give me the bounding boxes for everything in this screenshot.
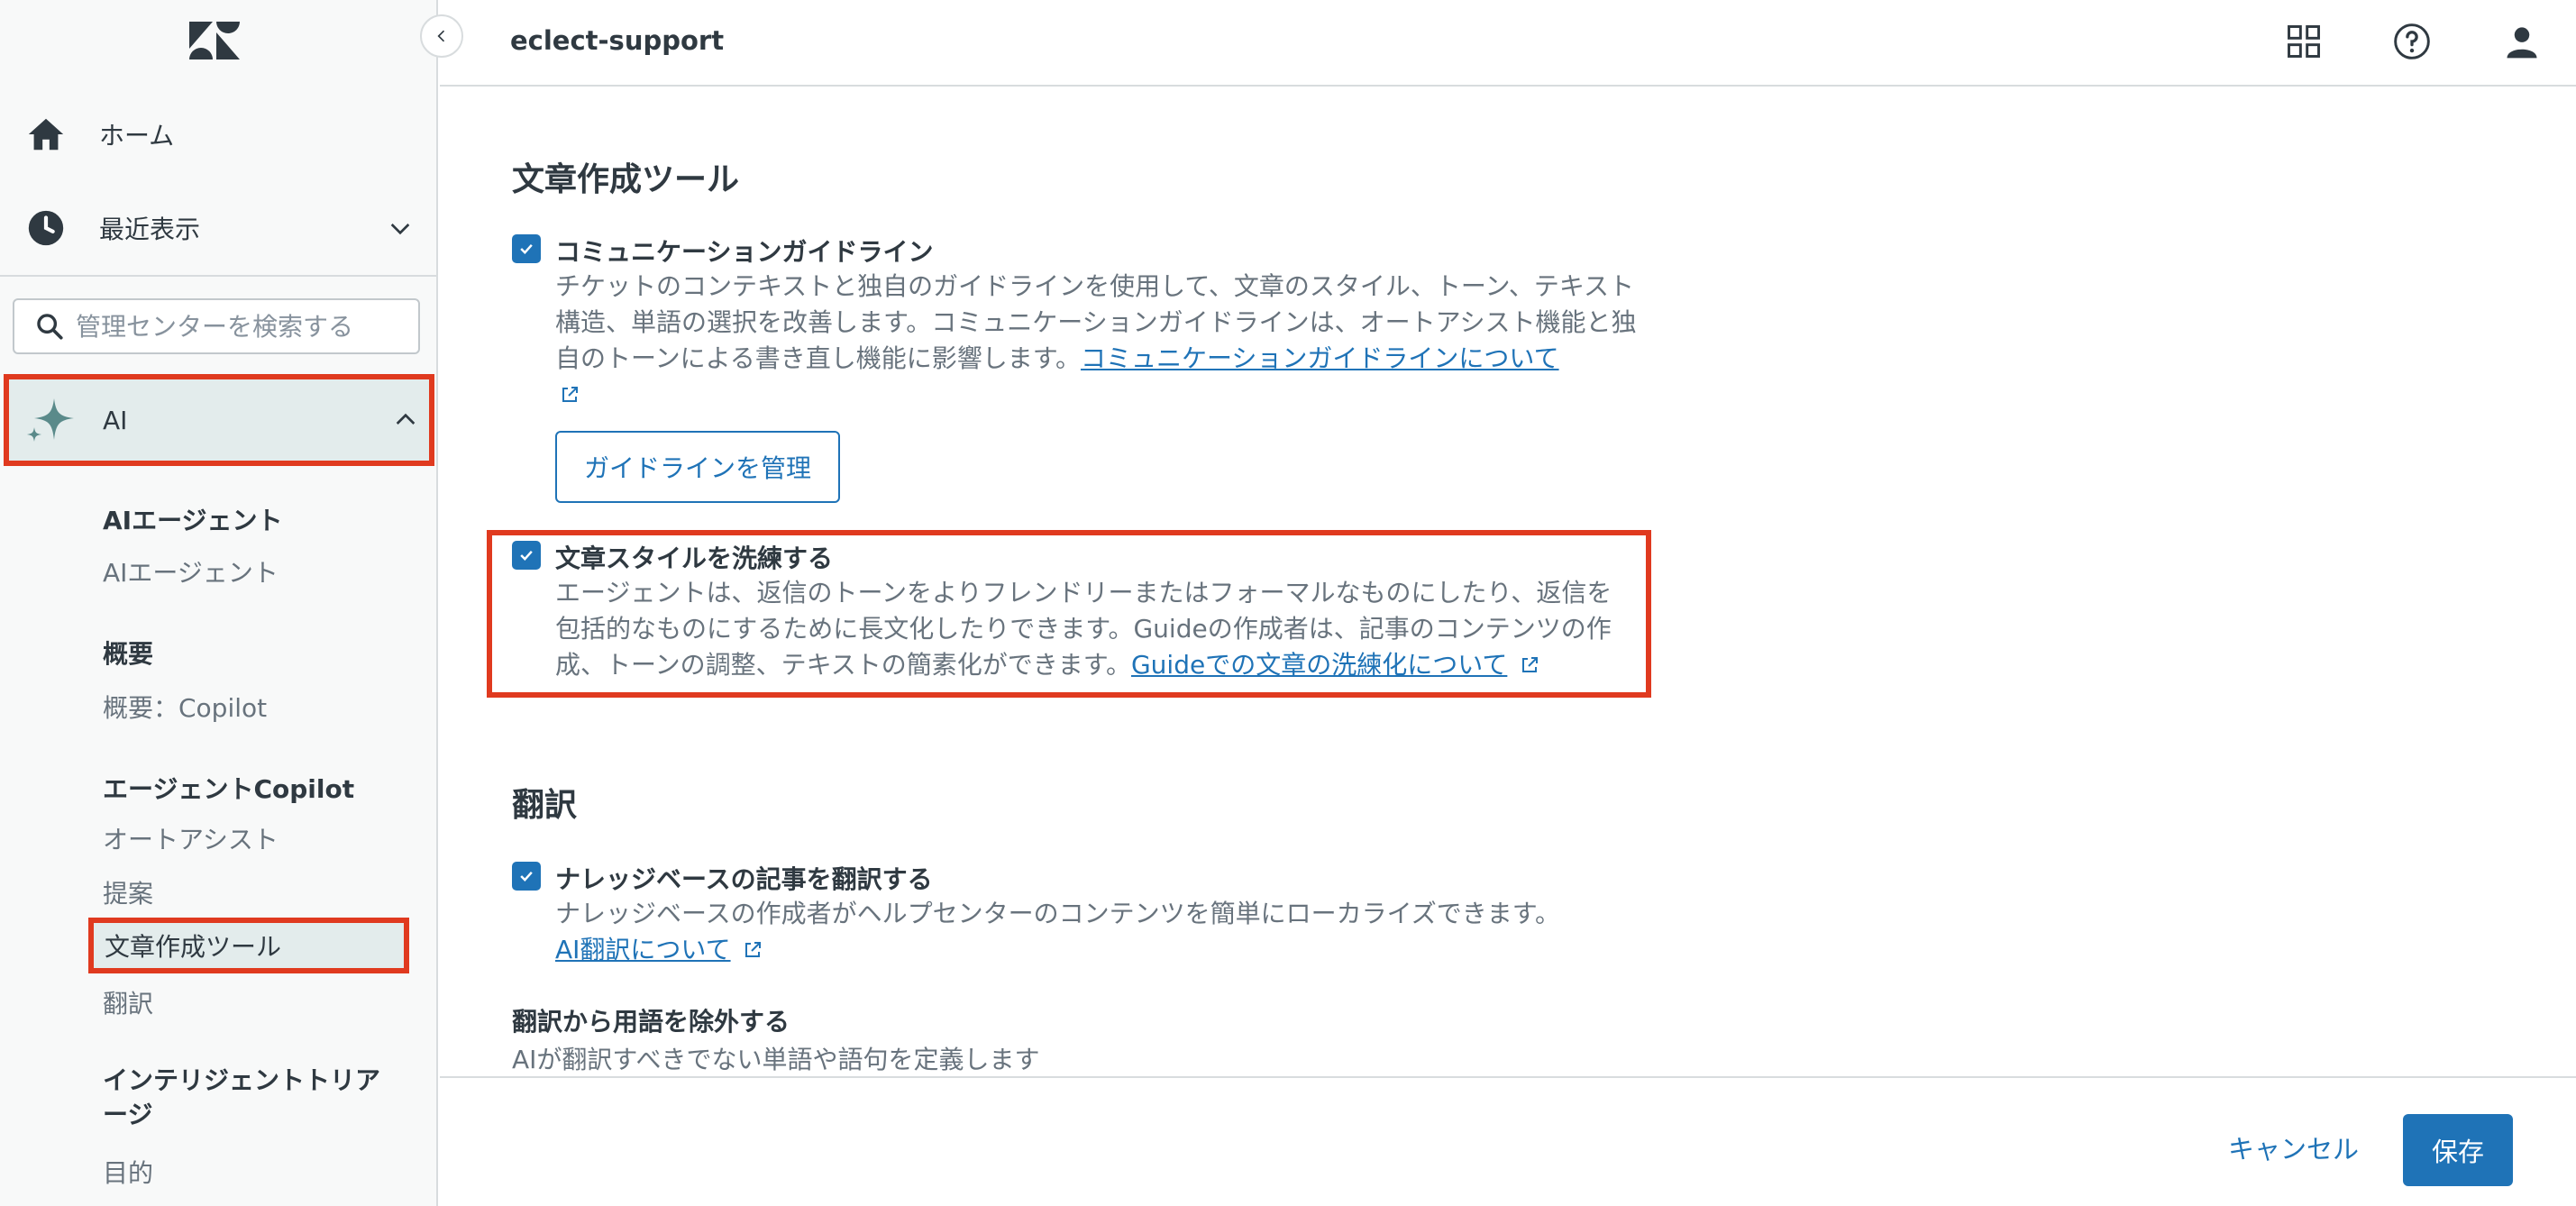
home-icon <box>28 118 64 151</box>
external-link-icon <box>745 942 762 957</box>
account-name: eclect-support <box>510 25 725 56</box>
nav-recent[interactable]: 最近表示 <box>0 187 438 269</box>
save-button[interactable]: 保存 <box>2403 1114 2513 1186</box>
external-link-icon <box>1522 657 1539 672</box>
sparkle-icon <box>27 398 74 442</box>
refine-style-help-link[interactable]: Guideでの文章の洗練化について <box>1131 650 1507 680</box>
guidelines-title: コミュニケーションガイドライン <box>555 237 934 267</box>
sidebar-item-autoassist[interactable]: オートアシスト <box>103 820 279 856</box>
cancel-button[interactable]: キャンセル <box>2228 1128 2359 1166</box>
sidebar-item-intent[interactable]: 目的 <box>103 1154 153 1190</box>
sidebar-item-writing-tools[interactable]: 文章作成ツール <box>88 918 409 973</box>
settings-content: 文章作成ツール コミュニケーションガイドライン チケットのコンテキストと独自のガ… <box>440 88 2576 1076</box>
translate-kb-checkbox[interactable] <box>512 862 541 891</box>
admin-search[interactable] <box>13 298 420 354</box>
guidelines-help-link[interactable]: コミュニケーションガイドラインについて <box>1081 343 1559 373</box>
guidelines-description: チケットのコンテキストと独自のガイドラインを使用して、文章のスタイル、トーン、テ… <box>555 269 1637 413</box>
top-header: eclect-support <box>440 0 2576 87</box>
guidelines-checkbox[interactable] <box>512 234 541 263</box>
option-communication-guidelines: コミュニケーションガイドライン チケットのコンテキストと独自のガイドラインを使用… <box>512 233 1637 402</box>
clock-icon <box>28 210 64 246</box>
sidebar-item-translation[interactable]: 翻訳 <box>103 984 153 1020</box>
help-icon[interactable] <box>2392 22 2432 61</box>
search-icon <box>37 314 63 340</box>
refine-style-description: エージェントは、返信のトーンをよりフレンドリーまたはフォーマルなものにしたり、返… <box>555 578 1612 680</box>
sidebar: ホーム 最近表示 AI AIエージェント AIエージェント 概要 概要：Copi… <box>0 0 438 1206</box>
option-translate-kb: ナレッジベースの記事を翻訳する ナレッジベースの作成者がヘルプセンターのコンテン… <box>512 860 1621 964</box>
checkmark-icon <box>520 243 533 254</box>
group-heading-agent-copilot: エージェントCopilot <box>103 774 355 804</box>
section-title-translation: 翻訳 <box>512 787 578 824</box>
user-profile-icon[interactable] <box>2502 22 2542 61</box>
admin-search-input[interactable] <box>76 311 409 342</box>
manage-guidelines-button[interactable]: ガイドラインを管理 <box>555 431 840 503</box>
checkmark-icon <box>520 871 533 882</box>
external-link-icon <box>562 387 578 402</box>
action-footer: キャンセル 保存 <box>440 1076 2576 1206</box>
nav-home-label: ホーム <box>99 121 175 151</box>
nav-recent-label: 最近表示 <box>99 215 201 244</box>
refine-style-checkbox[interactable] <box>512 541 541 570</box>
zendesk-logo[interactable] <box>189 22 240 59</box>
section-title-writing-tools: 文章作成ツール <box>512 161 740 198</box>
apps-grid-icon[interactable] <box>2284 22 2324 61</box>
exclude-terms-description: AIが翻訳すべきでない単語や語句を定義します <box>512 1045 1040 1074</box>
chevron-down-icon <box>390 224 410 235</box>
chevron-left-icon <box>437 30 445 42</box>
group-heading-intelligent-triage: インテリジェントトリアージ <box>103 1065 381 1129</box>
checkmark-icon <box>520 550 533 561</box>
sidebar-item-ai-agent[interactable]: AIエージェント <box>103 553 279 589</box>
collapse-sidebar-button[interactable] <box>420 14 463 58</box>
translate-kb-title: ナレッジベースの記事を翻訳する <box>555 864 933 894</box>
sidebar-item-overview-copilot[interactable]: 概要：Copilot <box>103 689 267 725</box>
translate-kb-description: ナレッジベースの作成者がヘルプセンターのコンテンツを簡単にローカライズできます。… <box>555 899 1560 964</box>
sidebar-item-suggestions[interactable]: 提案 <box>103 874 153 910</box>
group-heading-ai-agent: AIエージェント <box>103 506 283 535</box>
nav-home[interactable]: ホーム <box>0 94 438 175</box>
chevron-up-icon <box>396 413 416 425</box>
refine-style-title: 文章スタイルを洗練する <box>555 544 834 573</box>
nav-ai-label: AI <box>103 405 128 435</box>
ai-translation-help-link[interactable]: AI翻訳について <box>555 935 731 964</box>
sidebar-divider <box>0 275 438 277</box>
option-refine-style: 文章スタイルを洗練する エージェントは、返信のトーンをよりフレンドリーまたはフォ… <box>512 539 1621 683</box>
group-heading-overview: 概要 <box>103 639 154 669</box>
exclude-terms-title: 翻訳から用語を除外する <box>512 1007 790 1037</box>
nav-ai[interactable]: AI <box>4 374 434 466</box>
